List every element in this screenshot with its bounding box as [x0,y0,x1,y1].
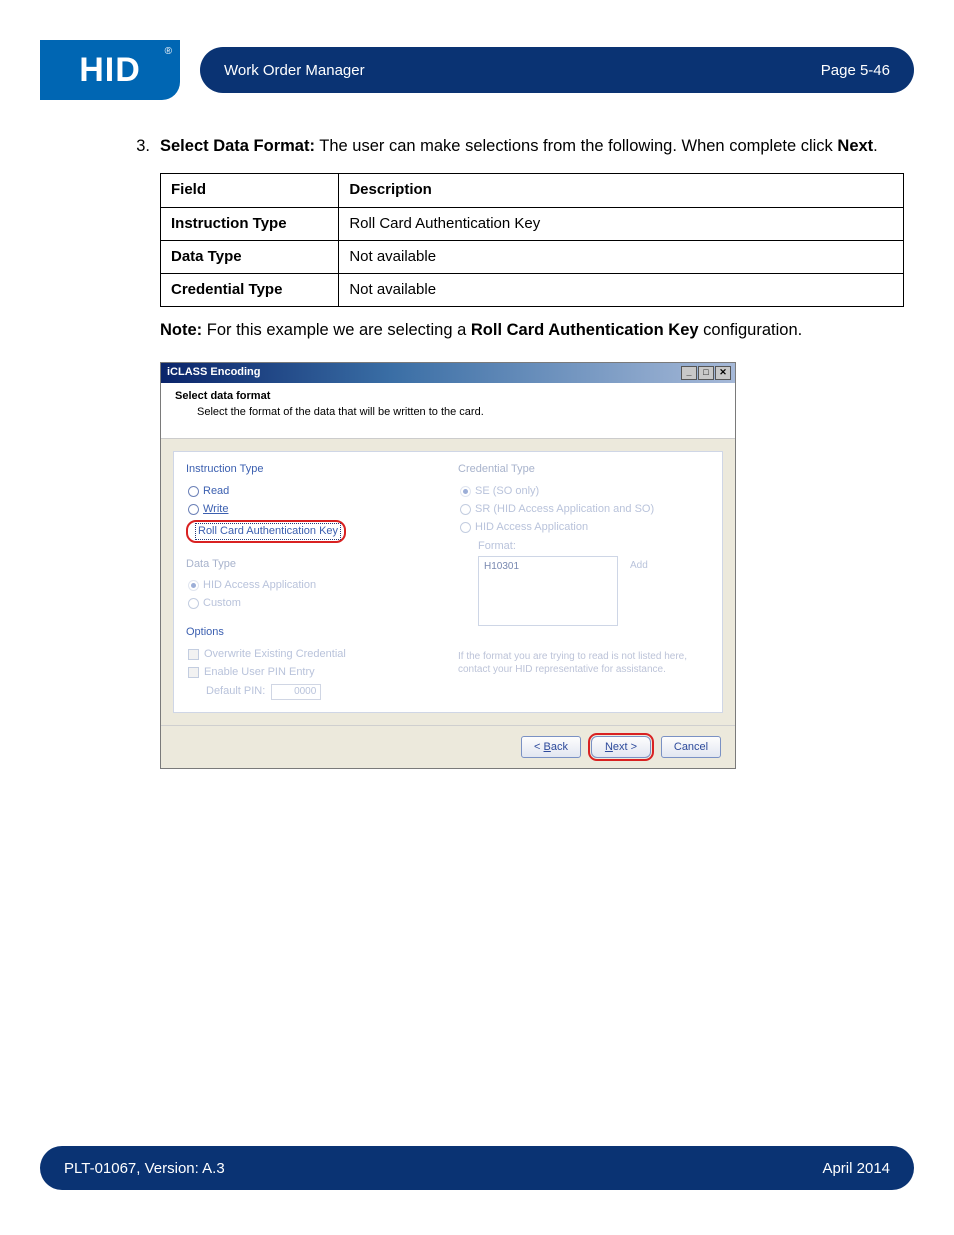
note-label: Note: [160,321,202,339]
footer-right: April 2014 [822,1160,890,1177]
cell-field: Data Type [161,240,339,273]
options-label: Options [186,625,438,641]
radio-write-label: Write [203,502,228,517]
header-bar: Work Order Manager Page 5-46 [200,47,914,93]
add-link: Add [630,560,648,571]
maximize-icon[interactable]: □ [698,366,714,380]
step-title: Select Data Format: [160,137,315,155]
format-list: H10301 [478,556,618,626]
radio-icon [188,580,199,591]
cell-desc: Not available [339,240,904,273]
step-text-end: . [873,137,878,155]
radio-read[interactable]: Read [188,484,438,499]
left-column: Instruction Type Read Write Roll Card Au… [186,462,438,699]
dialog-footer: < Back Next > Cancel [161,725,735,768]
format-label: Format: [478,539,710,554]
dialog-title: iCLASS Encoding [167,365,261,380]
note-line: Note: For this example we are selecting … [160,319,904,341]
step-next-word: Next [837,137,873,155]
cell-desc: Not available [339,274,904,307]
radio-icon [188,504,199,515]
format-item: H10301 [484,561,519,572]
registered-icon: ® [165,46,172,57]
radio-icon [460,504,471,515]
header-title: Work Order Manager [224,62,365,79]
credential-type-label: Credential Type [458,462,710,478]
iclass-encoding-dialog: iCLASS Encoding _ □ ✕ Select data format… [160,362,736,769]
checkbox-overwrite: Overwrite Existing Credential [188,647,438,662]
radio-icon [460,486,471,497]
step-number: 3. [130,135,154,769]
radio-icon [188,486,199,497]
dialog-titlebar: iCLASS Encoding _ □ ✕ [161,363,735,383]
dialog-subtitle: Select data format [175,389,721,404]
col-field: Field [161,174,339,207]
note-before: For this example we are selecting a [202,321,471,339]
dialog-subdesc: Select the format of the data that will … [197,405,721,420]
checkbox-icon [188,667,199,678]
table-row: Data Type Not available [161,240,904,273]
checkbox-pin: Enable User PIN Entry [188,665,438,680]
page-header: HID ® Work Order Manager Page 5-46 [40,40,914,100]
radio-hid-label: HID Access Application [203,578,316,593]
default-pin-label: Default PIN: [206,684,265,699]
table-row: Credential Type Not available [161,274,904,307]
logo-text: HID [79,51,141,90]
instruction-type-label: Instruction Type [186,462,438,478]
radio-hid-right: HID Access Application [460,520,710,535]
window-buttons: _ □ ✕ [681,366,731,380]
note-after: configuration. [699,321,803,339]
checkbox-icon [188,649,199,660]
dialog-body: Instruction Type Read Write Roll Card Au… [173,451,723,712]
cell-field: Credential Type [161,274,339,307]
radio-read-label: Read [203,484,229,499]
default-pin-row: Default PIN: 0000 [206,684,438,700]
radio-custom-label: Custom [203,596,241,611]
minimize-icon[interactable]: _ [681,366,697,380]
default-pin-input: 0000 [271,684,321,700]
radio-se-label: SE (SO only) [475,484,539,499]
step-3: 3. Select Data Format: The user can make… [130,135,904,769]
step-body: Select Data Format: The user can make se… [160,135,904,769]
radio-icon [188,598,199,609]
highlight-roll-card: Roll Card Authentication Key [186,520,346,543]
radio-se: SE (SO only) [460,484,710,499]
radio-roll-label[interactable]: Roll Card Authentication Key [195,523,341,540]
dialog-subheader: Select data format Select the format of … [161,383,735,440]
radio-custom: Custom [188,596,438,611]
back-button[interactable]: < Back [521,736,581,758]
radio-icon [460,522,471,533]
footer-left: PLT-01067, Version: A.3 [64,1160,225,1177]
radio-sr-label: SR (HID Access Application and SO) [475,502,654,517]
overwrite-label: Overwrite Existing Credential [204,647,346,662]
step-text-1: The user can make selections from the fo… [315,137,837,155]
content-area: 3. Select Data Format: The user can make… [130,135,904,769]
hid-logo: HID ® [40,40,180,100]
cell-field: Instruction Type [161,207,339,240]
radio-hid-right-label: HID Access Application [475,520,588,535]
note-emph: Roll Card Authentication Key [471,321,699,339]
page-footer: PLT-01067, Version: A.3 April 2014 [40,1146,914,1190]
radio-sr: SR (HID Access Application and SO) [460,502,710,517]
close-icon[interactable]: ✕ [715,366,731,380]
radio-hid-app: HID Access Application [188,578,438,593]
help-text: If the format you are trying to read is … [458,651,710,676]
pin-enable-label: Enable User PIN Entry [204,665,315,680]
page-number: Page 5-46 [821,62,890,79]
data-type-label: Data Type [186,557,438,573]
format-block: Format: H10301 Add [478,539,710,642]
table-row: Instruction Type Roll Card Authenticatio… [161,207,904,240]
radio-write[interactable]: Write [188,502,438,517]
right-column: Credential Type SE (SO only) SR (HID Acc… [458,462,710,699]
col-description: Description [339,174,904,207]
field-description-table: Field Description Instruction Type Roll … [160,173,904,307]
cell-desc: Roll Card Authentication Key [339,207,904,240]
next-button[interactable]: Next > [591,736,651,758]
cancel-button[interactable]: Cancel [661,736,721,758]
